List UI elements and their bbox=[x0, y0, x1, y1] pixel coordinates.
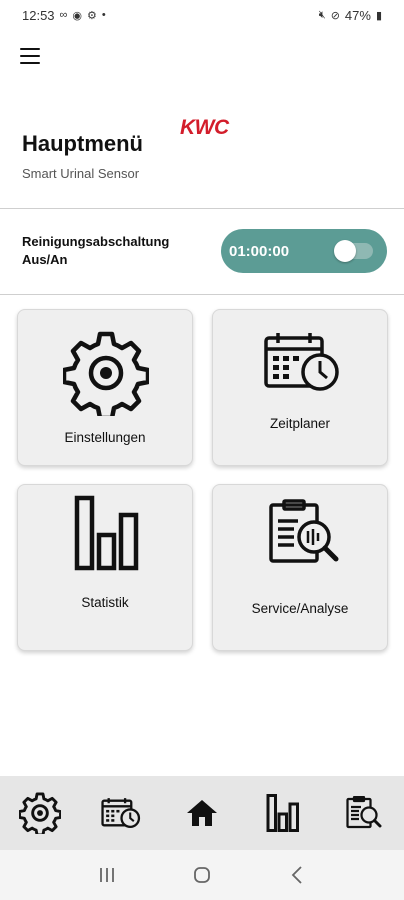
recent-apps-button[interactable] bbox=[87, 855, 127, 895]
report-search-icon bbox=[345, 796, 382, 829]
tile-scheduler[interactable]: Zeitplaner bbox=[212, 309, 388, 466]
kwc-logo: KWC bbox=[180, 116, 229, 139]
page-subtitle: Smart Urinal Sensor bbox=[22, 166, 140, 181]
back-button[interactable] bbox=[277, 855, 317, 895]
tile-service-analysis[interactable]: Service/Analyse bbox=[212, 484, 388, 651]
cleaning-duration[interactable]: 01:00:00 bbox=[229, 243, 289, 260]
divider bbox=[0, 208, 404, 209]
dnd-icon: ⊘ bbox=[330, 9, 340, 22]
bar-chart-icon bbox=[266, 794, 299, 832]
gear-icon bbox=[19, 792, 62, 834]
settings-notification-icon: ⚙ bbox=[87, 9, 97, 22]
tile-statistics[interactable]: Statistik bbox=[17, 484, 193, 651]
nav-scheduler[interactable] bbox=[91, 783, 151, 843]
bar-chart-icon bbox=[74, 495, 139, 571]
page-title: Hauptmenü bbox=[22, 131, 143, 156]
mute-icon: 🔇︎ bbox=[318, 8, 326, 21]
voicemail-icon: ∞ bbox=[59, 9, 68, 21]
hamburger-menu-icon[interactable] bbox=[18, 44, 42, 68]
nav-home[interactable] bbox=[172, 783, 232, 843]
status-bar: 12:53 ∞ ◉ ⚙ • 🔇︎ ⊘ 47% ▮ bbox=[0, 0, 404, 30]
tile-settings[interactable]: Einstellungen bbox=[17, 309, 193, 466]
tile-scheduler-label: Zeitplaner bbox=[269, 416, 331, 431]
back-arrow-icon bbox=[291, 866, 302, 884]
system-navigation-bar bbox=[0, 850, 404, 900]
recent-apps-icon bbox=[100, 868, 115, 882]
nav-service-analysis[interactable] bbox=[334, 783, 394, 843]
cleaning-shutdown-label: Reinigungsabschaltung Aus/An bbox=[22, 233, 169, 269]
cleaning-shutdown-control[interactable]: 01:00:00 bbox=[221, 229, 387, 273]
tile-statistics-label: Statistik bbox=[81, 595, 129, 610]
nav-settings[interactable] bbox=[10, 783, 70, 843]
status-time: 12:53 bbox=[22, 7, 55, 23]
home-button[interactable] bbox=[182, 855, 222, 895]
bottom-navigation bbox=[0, 776, 404, 850]
switch-knob bbox=[334, 240, 356, 262]
battery-percent: 47% bbox=[344, 7, 371, 23]
battery-icon: ▮ bbox=[375, 9, 382, 22]
divider bbox=[0, 294, 404, 295]
nav-statistics[interactable] bbox=[253, 783, 313, 843]
cleaning-label-line2: Aus/An bbox=[22, 252, 68, 267]
tile-service-analysis-label: Service/Analyse bbox=[251, 601, 349, 616]
cleaning-label-line1: Reinigungsabschaltung bbox=[22, 234, 170, 249]
report-search-icon bbox=[269, 499, 339, 563]
tile-settings-label: Einstellungen bbox=[64, 430, 146, 445]
calendar-clock-icon bbox=[264, 333, 339, 391]
gear-icon bbox=[63, 331, 149, 416]
cleaning-toggle-switch[interactable] bbox=[334, 240, 373, 262]
notification-icon: ◉ bbox=[72, 9, 82, 22]
calendar-clock-icon bbox=[101, 798, 141, 829]
home-icon bbox=[186, 800, 217, 826]
home-circle-icon bbox=[194, 867, 210, 883]
dot-icon: • bbox=[101, 9, 106, 21]
